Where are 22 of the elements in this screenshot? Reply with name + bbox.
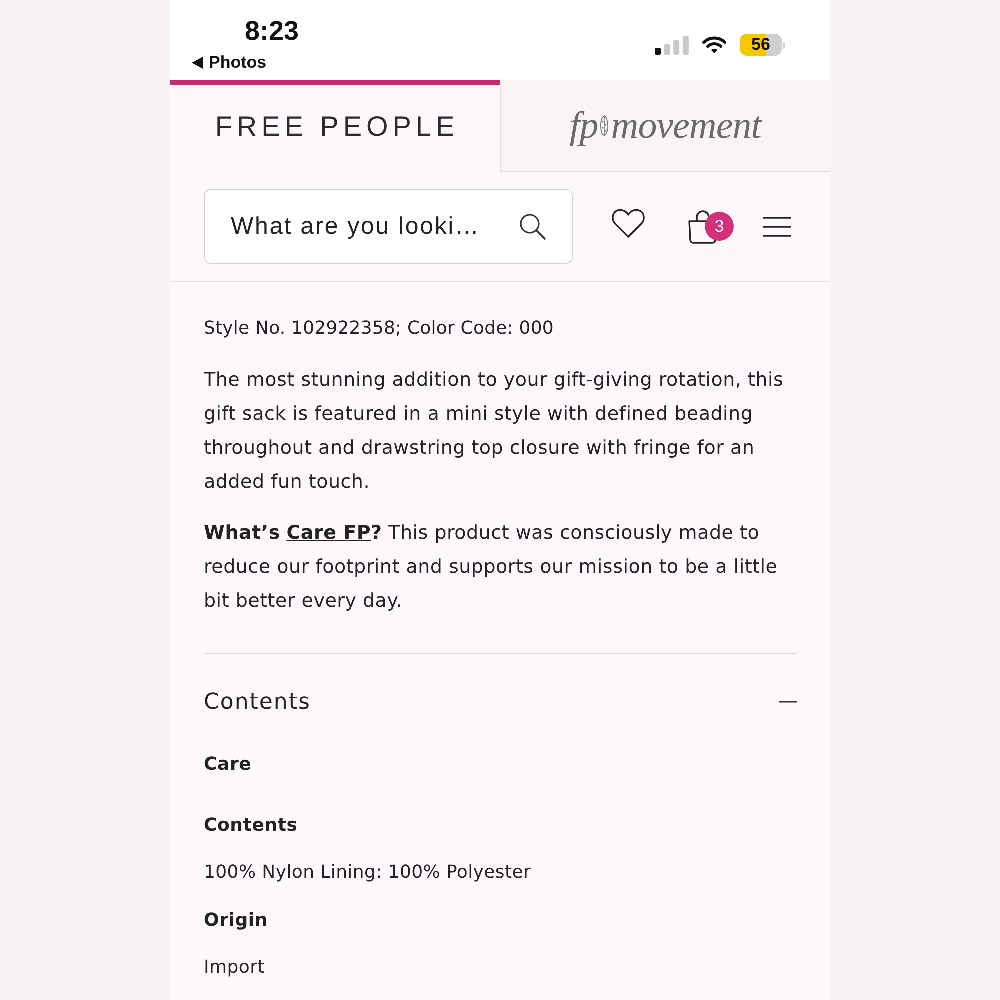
search-icon[interactable] <box>519 213 546 240</box>
signal-icon <box>655 36 689 54</box>
search-field[interactable]: What are you looki… <box>204 189 573 264</box>
section-text: Import <box>204 956 266 980</box>
care-note: What’s Care FP? This product was consciously made to reduce our footprint and supports our mission to be a little bit better every day. <box>204 521 779 614</box>
section-heading: Care <box>204 753 253 777</box>
section-text: 100% Nylon Lining: 100% Polyester <box>204 861 532 885</box>
care-fp-link[interactable]: Care FP <box>286 522 372 544</box>
section-heading: Contents <box>204 814 299 838</box>
wifi-icon <box>702 36 727 54</box>
style-number: Style No. 102922358; Color Code: 000 <box>204 317 555 341</box>
product-description: The most stunning addition to your gift-giving rotation, this gift sack is featured in a mini style with defined beading throughout and drawstring top closure with fringe for an added fun touch. <box>204 368 785 495</box>
back-button[interactable]: Photos <box>192 53 300 73</box>
menu-icon[interactable] <box>763 216 791 236</box>
left-triangle-icon <box>192 57 203 69</box>
heart-icon[interactable] <box>611 208 646 239</box>
brand-tab[interactable]: fp movement <box>500 80 830 172</box>
cart-count: 3 <box>705 212 734 240</box>
accordion-header[interactable]: Contents <box>204 687 797 717</box>
leaf-icon <box>600 115 610 137</box>
section-heading: Origin <box>204 909 270 933</box>
status-time: 8:23 <box>245 16 300 46</box>
